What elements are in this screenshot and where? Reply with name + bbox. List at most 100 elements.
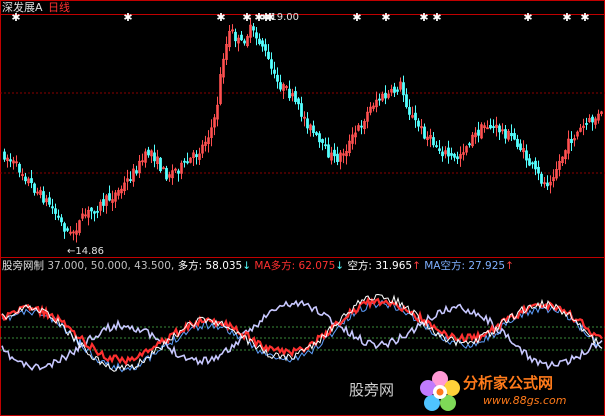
duofang-arrow-icon: ↓ [242, 260, 252, 272]
candle-body [243, 40, 246, 44]
candle-body [498, 125, 501, 133]
candle-body [276, 74, 279, 82]
candle-body [42, 191, 45, 203]
kongfang-arrow-icon: ↑ [412, 260, 421, 272]
candle-body [279, 82, 282, 90]
candle-body [297, 98, 300, 105]
candle-body [63, 223, 66, 232]
candle-body [234, 31, 237, 42]
candle-body [255, 32, 258, 39]
candle-body [54, 208, 57, 214]
indicator-header: 股旁网制 37.000, 50.000, 43.500, 多方: 58.035↓… [2, 260, 514, 273]
watermark-brand: 分析家公式网 [463, 374, 554, 392]
signal-marker-icon: ✱ [381, 11, 390, 24]
candle-body [333, 149, 336, 157]
candle-body [510, 132, 513, 137]
watermark-url: www.88gs.com [483, 394, 567, 407]
candle-body [405, 94, 408, 108]
candle-body [108, 193, 111, 201]
candle-body [264, 44, 267, 51]
stock-name[interactable]: 深发展A [2, 1, 43, 14]
candle-body [321, 139, 324, 143]
high-price-value: 19.00 [270, 12, 300, 23]
candle-body [147, 149, 150, 156]
flower-logo-icon [420, 371, 460, 411]
signal-marker-icon: ✱ [523, 11, 532, 24]
signal-marker-icon: ✱ [242, 11, 251, 24]
candle-body [585, 123, 588, 125]
candle-body [393, 86, 396, 93]
ma-duofang-arrow-icon: ↓ [335, 260, 345, 272]
candle-body [378, 98, 381, 101]
candle-body [258, 38, 261, 44]
indicator-name[interactable]: 股旁网制 [2, 260, 44, 272]
candle-body [531, 162, 534, 165]
candle-body [33, 183, 36, 193]
candle-body [570, 139, 573, 144]
candle-body [540, 173, 543, 184]
signal-marker-icon: ✱ [419, 11, 428, 24]
ma-kongfang-value: 27.925 [468, 260, 506, 272]
candle-body [153, 152, 156, 162]
candle-body [477, 129, 480, 136]
candle-body [516, 138, 519, 147]
duofang-value: 58.035 [205, 260, 243, 272]
candlestick-series[interactable] [3, 17, 603, 243]
candle-body [432, 137, 435, 146]
candle-body [159, 157, 162, 172]
period-label[interactable]: 日线 [48, 1, 70, 14]
candle-body [9, 159, 12, 162]
candle-body [435, 145, 438, 148]
candle-body [51, 206, 54, 209]
ma-kongfang-label: MA空方: [424, 260, 466, 272]
kongfang-value: 31.965 [375, 260, 413, 272]
signal-marker-icon: ✱ [216, 11, 225, 24]
duofang-label: 多方: [177, 260, 203, 272]
signal-marker-icon: ✱ [580, 11, 589, 24]
indicator-series[interactable] [0, 293, 603, 373]
candle-body [528, 158, 531, 166]
candle-body [96, 210, 99, 213]
candle-body [546, 182, 549, 187]
candle-body [102, 199, 105, 206]
candle-body [48, 197, 51, 205]
candle-body [423, 126, 426, 139]
kongfang-line [1, 299, 603, 373]
candle-body [513, 133, 516, 140]
candle-body [3, 151, 6, 160]
signal-marker-icon: ✱ [562, 11, 571, 24]
candle-body [177, 170, 180, 174]
candle-body [165, 167, 168, 180]
candle-body [441, 151, 444, 157]
candle-body [447, 147, 450, 157]
low-price-value: 14.86 [75, 246, 105, 257]
candle-body [300, 103, 303, 117]
signal-marker-icon: ✱ [123, 11, 132, 24]
candle-body [525, 150, 528, 161]
candle-body [294, 91, 297, 102]
kline-chart-canvas[interactable]: ✱ ✱ ✱ ✱ ✱✱✱ ✱ ✱ ✱ ✱ ✱ ✱ ✱ [0, 0, 605, 416]
candle-body [489, 125, 492, 129]
candle-body [336, 153, 339, 162]
ma-kongfang-arrow-icon: ↑ [505, 260, 514, 272]
candle-body [537, 166, 540, 174]
duofang-line [1, 293, 603, 372]
candle-body [273, 69, 276, 74]
candle-body [252, 26, 255, 31]
candle-body [384, 92, 387, 99]
candle-body [519, 143, 522, 151]
candle-body [534, 160, 537, 170]
candle-body [240, 34, 243, 41]
candle-body [312, 125, 315, 134]
candle-body [408, 107, 411, 115]
kongfang-label: 空方: [347, 260, 372, 272]
candle-body [417, 120, 420, 127]
signal-marker-icon: ✱ [352, 11, 361, 24]
candle-body [318, 133, 321, 143]
candle-body [261, 40, 264, 47]
candle-body [90, 207, 93, 212]
low-price-label: ←14.86 [67, 246, 104, 258]
ma-duofang-line [0, 296, 603, 367]
watermark-left-text: 股旁网 [349, 381, 395, 399]
signal-marker-icon: ✱ [432, 11, 441, 24]
